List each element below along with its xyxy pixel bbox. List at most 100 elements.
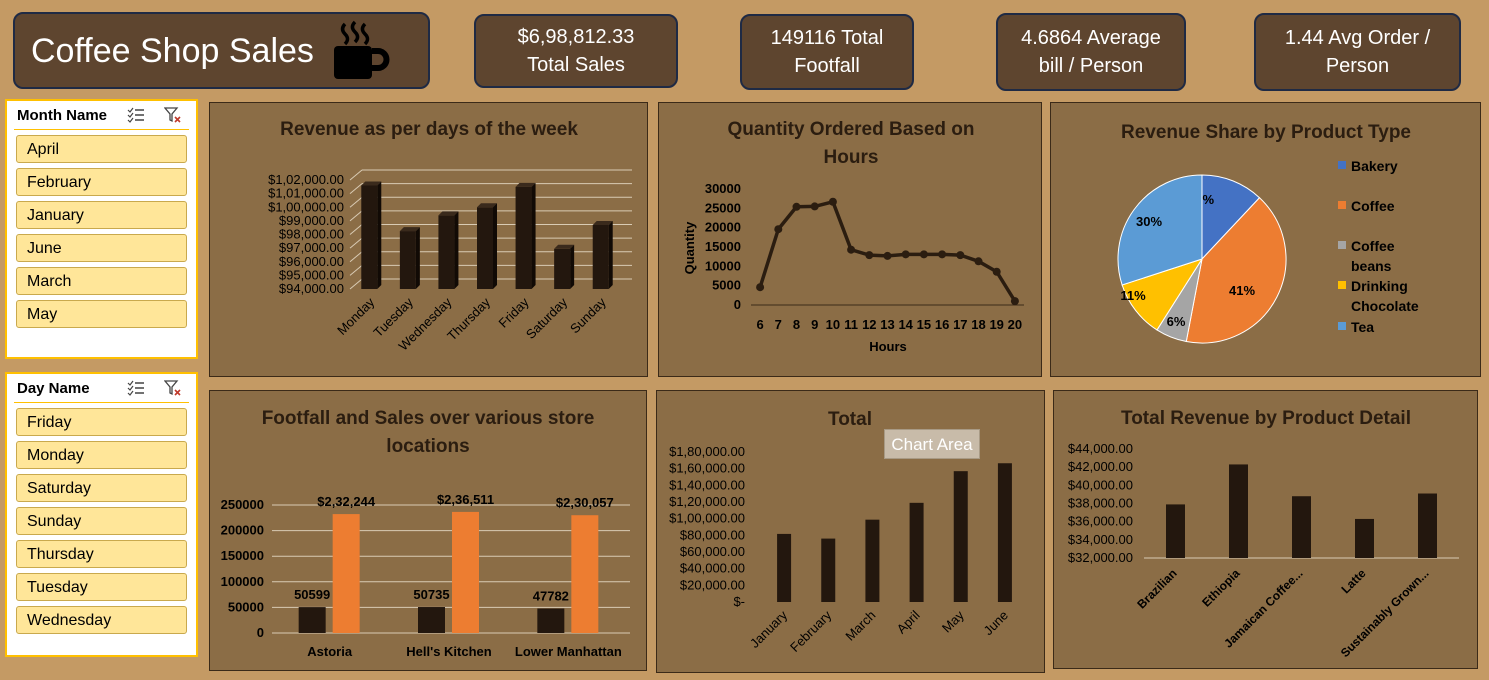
y-tick-label: 50000	[228, 599, 264, 614]
gridline	[349, 264, 363, 276]
bar	[571, 515, 599, 633]
data-label: 47782	[533, 589, 569, 604]
gridline	[349, 278, 363, 290]
x-tick-label: February	[787, 607, 835, 655]
y-tick-label: 20000	[705, 220, 741, 235]
slicer-item-february[interactable]: February	[16, 168, 187, 196]
slicer-item-tuesday[interactable]: Tuesday	[16, 573, 187, 601]
data-point	[792, 202, 801, 211]
bar	[399, 231, 416, 289]
slicer-item-june[interactable]: June	[16, 234, 187, 262]
bar	[1418, 493, 1437, 558]
bar	[361, 185, 378, 289]
slicer-item-thursday[interactable]: Thursday	[16, 540, 187, 568]
data-point	[883, 251, 892, 260]
bar-side	[570, 244, 575, 289]
slicer-item-sunday[interactable]: Sunday	[16, 507, 187, 535]
slicer-item-january[interactable]: January	[16, 201, 187, 229]
bar-side	[454, 211, 459, 289]
x-tick-label: 14	[898, 317, 913, 332]
slicer-item-friday[interactable]: Friday	[16, 408, 187, 436]
bar-side	[531, 182, 536, 289]
y-tick-label: 0	[734, 297, 741, 312]
slicer-item-april[interactable]: April	[16, 135, 187, 163]
bar	[1166, 504, 1185, 558]
x-tick-label: 10	[826, 317, 840, 332]
slicer-item-may[interactable]: May	[16, 300, 187, 328]
store-locations-chart[interactable]: Footfall and Sales over various store loc…	[209, 390, 647, 671]
y-tick-label: 30000	[705, 181, 741, 196]
data-label: 30%	[1136, 214, 1162, 229]
y-tick-label: $1,40,000.00	[669, 477, 745, 492]
series-line	[758, 200, 1017, 303]
day-slicer[interactable]: Day Name Friday Monday Saturday Sunday Thurs…	[5, 372, 198, 657]
x-tick-label: January	[747, 607, 791, 651]
legend-swatch	[1338, 241, 1346, 249]
x-tick-label: 7	[775, 317, 782, 332]
bar-side	[493, 203, 497, 289]
slicer-item-monday[interactable]: Monday	[16, 441, 187, 469]
slicer-item-saturday[interactable]: Saturday	[16, 474, 187, 502]
legend-label: Drinking	[1351, 278, 1408, 294]
data-point	[774, 225, 783, 234]
chart-title: locations	[386, 436, 469, 457]
bar-side	[377, 181, 382, 289]
y-tick-label: 150000	[221, 548, 264, 563]
bar	[418, 607, 445, 633]
slicer-title: Day Name	[17, 380, 90, 397]
data-point	[992, 267, 1001, 276]
y-tick-label: $1,20,000.00	[669, 494, 745, 509]
x-tick-label: 15	[917, 317, 931, 332]
kpi-value: 4.6864 Average	[1021, 27, 1161, 49]
x-tick-label: Lower Manhattan	[515, 644, 622, 659]
month-slicer[interactable]: Month Name April February January June March…	[5, 99, 198, 359]
chart-title: Footfall and Sales over various store	[262, 408, 595, 429]
dashboard-title: Coffee Shop Sales	[31, 32, 314, 70]
y-tick-label: $34,000.00	[1068, 532, 1133, 547]
weekday-revenue-chart[interactable]: Revenue as per days of the week $1,02,000…	[209, 102, 648, 377]
bar	[554, 248, 571, 289]
product-detail-chart[interactable]: Total Revenue by Product Detail $44,000.0…	[1053, 390, 1478, 669]
data-point	[956, 251, 965, 260]
data-label: $2,36,511	[437, 492, 494, 507]
slicer-item-wednesday[interactable]: Wednesday	[16, 606, 187, 634]
y-tick-label: $36,000.00	[1068, 514, 1133, 529]
clear-filter-icon[interactable]	[164, 107, 182, 123]
data-point	[756, 283, 765, 292]
slicer-item-march[interactable]: March	[16, 267, 187, 295]
y-tick-label: $44,000.00	[1068, 441, 1133, 456]
bar-side	[415, 227, 420, 289]
y-tick-label: $40,000.00	[680, 561, 745, 576]
y-tick-label: $80,000.00	[680, 527, 745, 542]
store-locations-svg: Footfall and Sales over various store loc…	[221, 408, 630, 659]
bar	[1292, 496, 1311, 558]
chart-title: Hours	[824, 147, 879, 168]
y-tick-label: 10000	[705, 258, 741, 273]
legend-label: Bakery	[1351, 158, 1398, 174]
slicer-items: Friday Monday Saturday Sunday Thursday Tuesda…	[7, 408, 196, 634]
data-point	[847, 245, 856, 254]
product-type-share-chart[interactable]: Revenue Share by Product Type12%41%6%11%…	[1050, 102, 1481, 377]
slicer-header: Day Name	[14, 374, 189, 403]
hourly-quantity-chart[interactable]: Quantity Ordered Based on Hours 30000 25000…	[658, 102, 1042, 377]
y-tick-label: $20,000.00	[680, 577, 745, 592]
kpi-value: 149116 Total	[770, 27, 884, 49]
y-tick-label: $1,80,000.00	[669, 444, 745, 459]
x-tick-label: 6	[756, 317, 763, 332]
multi-select-icon[interactable]	[127, 380, 145, 396]
y-tick-label: 100000	[221, 574, 264, 589]
monthly-total-svg: Total $1,80,000.00 $1,60,000.00$1,40,000.0…	[669, 409, 1012, 655]
multi-select-icon[interactable]	[127, 107, 145, 123]
clear-filter-icon[interactable]	[164, 380, 182, 396]
data-label: 6%	[1167, 314, 1186, 329]
y-tick-label: $38,000.00	[1068, 496, 1133, 511]
bar	[537, 608, 565, 633]
slicer-header: Month Name	[14, 101, 189, 130]
legend-label: Tea	[1351, 319, 1374, 335]
y-tick-label: $42,000.00	[1068, 459, 1133, 474]
bar	[332, 514, 360, 633]
legend-label: Chocolate	[1351, 298, 1419, 314]
y-tick-label: $1,00,000.00	[669, 511, 745, 526]
monthly-total-chart[interactable]: Total $1,80,000.00 $1,60,000.00 $1,40,000.0…	[656, 390, 1045, 673]
x-tick-label: Hell's Kitchen	[406, 644, 492, 659]
